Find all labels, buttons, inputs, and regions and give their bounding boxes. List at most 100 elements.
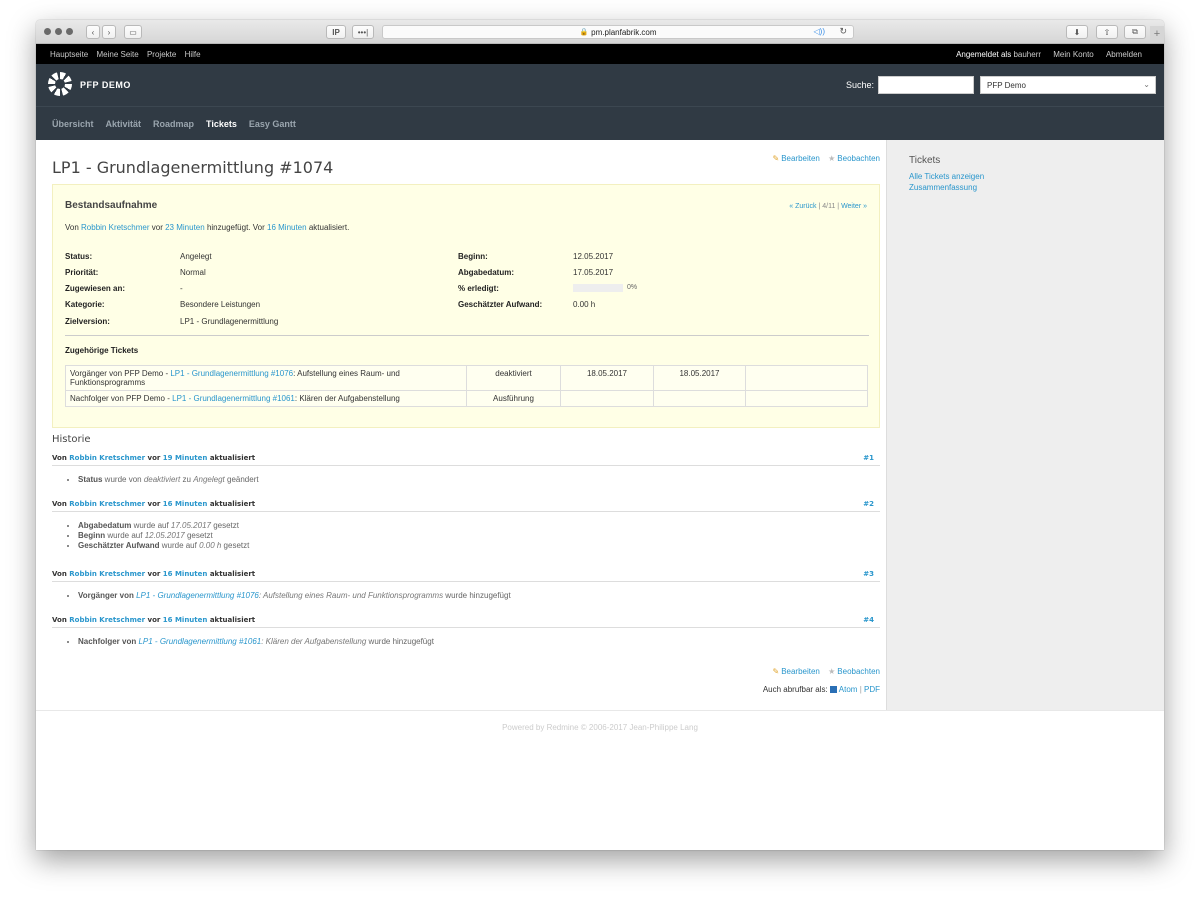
pencil-icon: ✎ [772, 154, 780, 163]
new-tab-icon[interactable]: + [1150, 26, 1164, 42]
header: PFP DEMO Suche: PFP Demo ⌄ [36, 64, 1164, 106]
star-icon: ★ [828, 667, 836, 676]
relation-actions [745, 365, 868, 391]
journal-number-link[interactable]: #1 [863, 454, 874, 462]
sidebar-item-summary[interactable]: Zusammenfassung [909, 183, 977, 192]
journal-number-link[interactable]: #4 [863, 616, 874, 624]
reload-icon[interactable]: ↻ [839, 26, 847, 37]
browser-window: ‹ › ▭ IP •••| 🔒 pm.planfabrik.com ◁)) ↻ … [36, 20, 1164, 850]
journal-ago-link[interactable]: 19 Minuten [163, 454, 208, 462]
tab-roadmap[interactable]: Roadmap [153, 119, 194, 129]
journal-ticket-link[interactable]: LP1 - Grundlagenermittlung #1076 [136, 591, 259, 600]
relation-link[interactable]: LP1 - Grundlagenermittlung #1061 [172, 394, 295, 403]
journal-ago-link[interactable]: 16 Minuten [163, 616, 208, 624]
share-icon[interactable]: ⇧ [1096, 25, 1118, 39]
logout-link[interactable]: Abmelden [1106, 50, 1142, 59]
journal-header: Von Robbin Kretschmer vor 16 Minuten akt… [52, 500, 880, 512]
journal-ticket-link[interactable]: LP1 - Grundlagenermittlung #1061 [138, 637, 261, 646]
journal-entry: Von Robbin Kretschmer vor 16 Minuten akt… [52, 570, 880, 601]
journal-entry: Von Robbin Kretschmer vor 16 Minuten akt… [52, 616, 880, 647]
journal-ago-link[interactable]: 16 Minuten [163, 570, 208, 578]
topmenu-help[interactable]: Hilfe [185, 50, 201, 59]
target-version-link[interactable]: LP1 - Grundlagenermittlung [180, 317, 278, 326]
prev-link[interactable]: « Zurück [789, 203, 816, 210]
account-menu: Angemeldet als bauherr Mein Konto Abmeld… [946, 50, 1142, 59]
watch-link[interactable]: Beobachten [837, 154, 880, 163]
related-tickets-title: Zugehörige Tickets [65, 346, 139, 355]
journal-author-link[interactable]: Robbin Kretschmer [69, 570, 145, 578]
tab-activity[interactable]: Aktivität [106, 119, 142, 129]
next-link[interactable]: Weiter » [841, 203, 867, 210]
sidebar: Tickets Alle Tickets anzeigen Zusammenfa… [886, 140, 1164, 710]
main-content: ✎ Bearbeiten ★ Beobachten LP1 - Grundlagen… [36, 140, 886, 710]
pdf-link[interactable]: PDF [864, 685, 880, 694]
chevron-down-icon: ⌄ [1143, 80, 1150, 89]
divider [65, 335, 869, 336]
tabs-icon[interactable]: ⧉ [1124, 25, 1146, 39]
edit-link[interactable]: Bearbeiten [781, 154, 820, 163]
atom-link[interactable]: Atom [839, 685, 858, 694]
relation-status: deaktiviert [466, 365, 561, 391]
address-bar[interactable]: 🔒 pm.planfabrik.com ◁)) ↻ [382, 25, 854, 39]
watch-link[interactable]: Beobachten [837, 667, 880, 676]
forward-icon[interactable]: › [102, 25, 116, 39]
star-icon: ★ [828, 154, 836, 163]
journal-author-link[interactable]: Robbin Kretschmer [69, 616, 145, 624]
list-item: Status wurde von deaktiviert zu Angelegt… [78, 475, 880, 484]
topmenu-my-page[interactable]: Meine Seite [96, 50, 138, 59]
project-select-value: PFP Demo [987, 81, 1026, 90]
journal-number-link[interactable]: #3 [863, 570, 874, 578]
progress-percent: 0% [627, 284, 638, 291]
sidebar-title: Tickets [909, 155, 941, 166]
issue-actions-bottom: ✎ Bearbeiten ★ Beobachten [772, 667, 880, 676]
page-title: LP1 - Grundlagenermittlung #1074 [52, 158, 334, 177]
topmenu-home[interactable]: Hauptseite [50, 50, 88, 59]
logo-icon[interactable] [48, 72, 72, 96]
my-account-link[interactable]: Mein Konto [1053, 50, 1093, 59]
downloads-icon[interactable]: ⬇ [1066, 25, 1088, 39]
site-title[interactable]: PFP DEMO [80, 80, 131, 90]
relation-link[interactable]: LP1 - Grundlagenermittlung #1076 [170, 369, 293, 378]
journal-header: Von Robbin Kretschmer vor 19 Minuten akt… [52, 454, 880, 466]
created-ago-link[interactable]: 23 Minuten [165, 223, 205, 232]
tab-easy-gantt[interactable]: Easy Gantt [249, 119, 296, 129]
journal-number-link[interactable]: #2 [863, 500, 874, 508]
main-menu: Übersicht Aktivität Roadmap Tickets Easy… [36, 106, 1164, 140]
journal-author-link[interactable]: Robbin Kretschmer [69, 500, 145, 508]
issue-position: 4/11 [822, 203, 836, 210]
lock-icon: 🔒 [579, 29, 589, 36]
tab-overview[interactable]: Übersicht [52, 119, 94, 129]
footer-text: Powered by Redmine © 2006-2017 Jean-Phil… [502, 723, 698, 732]
table-row: Nachfolger von PFP Demo - LP1 - Grundlag… [65, 390, 868, 407]
history-title: Historie [52, 434, 91, 445]
sidebar-item-all-tickets[interactable]: Alle Tickets anzeigen [909, 172, 984, 181]
tab-tickets[interactable]: Tickets [206, 119, 237, 129]
list-item: Abgabedatum wurde auf 17.05.2017 gesetzt [78, 521, 880, 530]
project-select[interactable]: PFP Demo ⌄ [980, 76, 1156, 94]
search-input[interactable] [878, 76, 974, 94]
author-link[interactable]: Robbin Kretschmer [81, 223, 149, 232]
other-formats: Auch abrufbar als: Atom | PDF [762, 685, 880, 694]
journal-author-link[interactable]: Robbin Kretschmer [69, 454, 145, 462]
relation-start [560, 390, 654, 407]
progress-bar [573, 284, 623, 292]
user-link[interactable]: bauherr [1013, 50, 1041, 59]
back-icon[interactable]: ‹ [86, 25, 100, 39]
topmenu-projects[interactable]: Projekte [147, 50, 176, 59]
sidebar-toggle-icon[interactable]: ▭ [124, 25, 142, 39]
browser-toolbar: ‹ › ▭ IP •••| 🔒 pm.planfabrik.com ◁)) ↻ … [36, 20, 1164, 44]
pencil-icon: ✎ [772, 667, 780, 676]
edit-link[interactable]: Bearbeiten [781, 667, 820, 676]
relation-due: 18.05.2017 [653, 365, 746, 391]
url-text: pm.planfabrik.com [591, 27, 657, 37]
window-controls[interactable] [44, 28, 73, 35]
extension-button[interactable]: •••| [352, 25, 374, 39]
ip-extension-button[interactable]: IP [326, 25, 346, 39]
feed-icon [830, 686, 837, 693]
list-item: Geschätzter Aufwand wurde auf 0.00 h ges… [78, 541, 880, 550]
audio-icon[interactable]: ◁)) [814, 27, 825, 36]
top-menu: Hauptseite Meine Seite Projekte Hilfe An… [36, 44, 1164, 64]
updated-ago-link[interactable]: 16 Minuten [267, 223, 307, 232]
prev-next-nav: « Zurück | 4/11 | Weiter » [789, 203, 867, 210]
journal-ago-link[interactable]: 16 Minuten [163, 500, 208, 508]
